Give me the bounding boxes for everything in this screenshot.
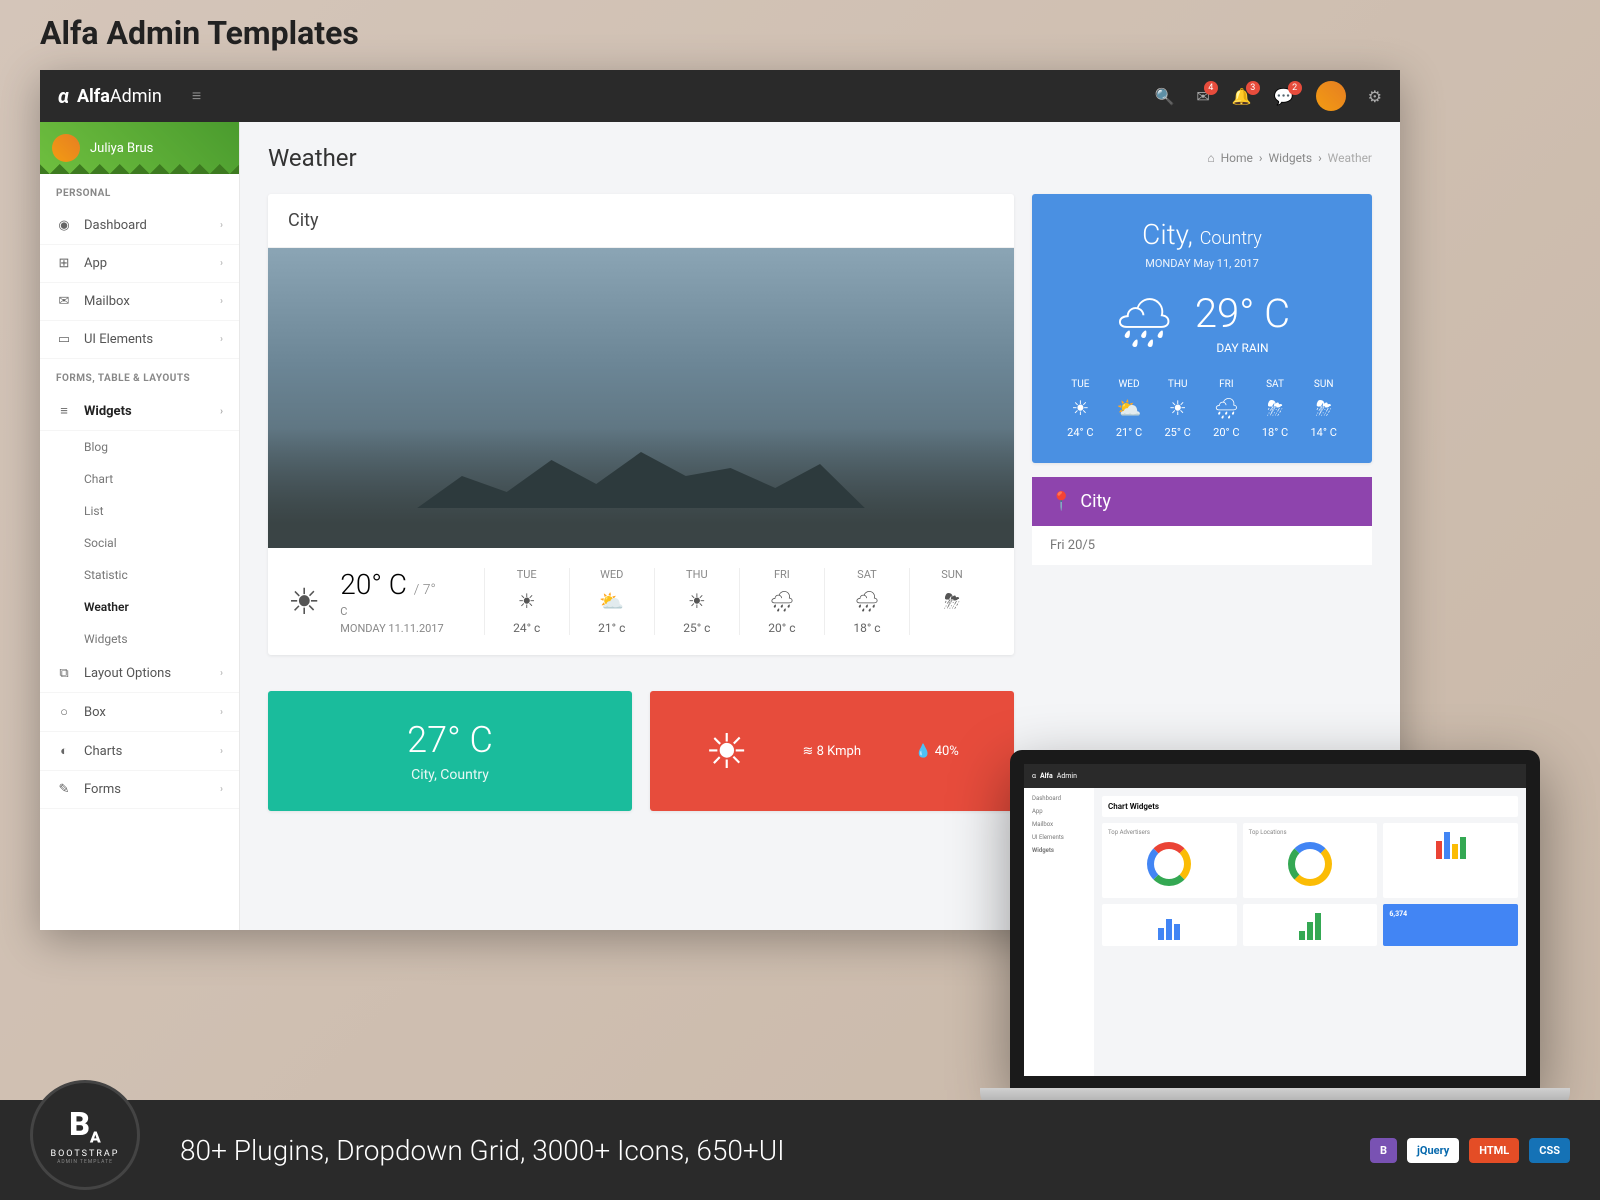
list-icon: ≡: [56, 403, 72, 419]
section-personal: PERSONAL: [40, 174, 239, 207]
sub-item-chart[interactable]: Chart: [40, 463, 239, 495]
user-banner[interactable]: Juliya Brus: [40, 122, 239, 174]
chat-badge: 2: [1288, 81, 1302, 95]
sub-item-social[interactable]: Social: [40, 527, 239, 559]
forecast-day: WED⛅21° C: [1105, 379, 1154, 439]
search-icon[interactable]: 🔍: [1154, 87, 1174, 106]
city-photo: [268, 248, 1014, 548]
sidebar-item-forms[interactable]: ✎Forms›: [40, 771, 239, 809]
pin-icon: 📍: [1050, 491, 1072, 512]
city-date: MONDAY 11.11.2017: [340, 622, 443, 635]
breadcrumb: ⌂ Home › Widgets › Weather: [1207, 151, 1372, 165]
page-title: Weather: [268, 144, 357, 172]
mail-icon[interactable]: ✉4: [1196, 87, 1209, 106]
sub-item-weather[interactable]: Weather: [40, 591, 239, 623]
home-icon: ⌂: [1207, 151, 1214, 165]
forecast-day: TUE☀24° C: [1056, 379, 1105, 439]
sidebar-item-app[interactable]: ⊞App›: [40, 245, 239, 283]
footer: BA BOOTSTRAP ADMIN TEMPLATE 80+ Plugins,…: [0, 1100, 1600, 1200]
sidebar-item-dashboard[interactable]: ◉Dashboard›: [40, 207, 239, 245]
sub-item-blog[interactable]: Blog: [40, 431, 239, 463]
forecast-day: TUE☀24° c: [484, 568, 569, 635]
forecast-day: SUN⛈14° C: [1299, 379, 1348, 439]
topbar: α AlfaAdmin ≡ 🔍 ✉4 🔔3 💬2 ⚙: [40, 70, 1400, 122]
laptop-mockup: α AlfaAdmin DashboardAppMailboxUI Elemen…: [1010, 750, 1540, 1090]
sidebar-item-widgets[interactable]: ≡ Widgets›: [40, 392, 239, 431]
css-badge: CSS: [1529, 1138, 1570, 1163]
bell-badge: 3: [1246, 81, 1260, 95]
sidebar-item-mailbox[interactable]: ✉Mailbox›: [40, 283, 239, 321]
humid-stat: 💧 40%: [915, 744, 959, 759]
section-forms: FORMS, TABLE & LAYOUTS: [40, 359, 239, 392]
crumb-current: Weather: [1328, 151, 1372, 165]
forecast-day: FRI🌧20° c: [739, 568, 824, 635]
sidebar-item-charts[interactable]: ◐Charts›: [40, 732, 239, 771]
avatar[interactable]: [1316, 81, 1346, 111]
user-avatar: [52, 134, 80, 162]
sun-icon: ☀: [288, 581, 320, 623]
crumb-home[interactable]: Home: [1221, 151, 1253, 165]
sun-icon: ☀: [705, 723, 748, 780]
sidebar-item-ui-elements[interactable]: ▭UI Elements›: [40, 321, 239, 359]
forecast-day: THU☀25° C: [1153, 379, 1202, 439]
red-card: ☀ ≋ 8 Kmph 💧 40%: [650, 691, 1014, 811]
mail-badge: 4: [1204, 81, 1218, 95]
teal-temp: 27° C: [296, 719, 604, 761]
city-card-title: City: [268, 194, 1014, 248]
gear-icon[interactable]: ⚙: [1368, 87, 1382, 106]
purple-card: 📍 City: [1032, 477, 1372, 526]
sub-item-list[interactable]: List: [40, 495, 239, 527]
teal-card: 27° C City, Country: [268, 691, 632, 811]
sidebar-item-box[interactable]: ○Box›: [40, 693, 239, 732]
forecast-day: SAT🌧18° c: [824, 568, 909, 635]
blue-temp: 29° C: [1195, 290, 1290, 337]
purple-sub: Fri 20/5: [1032, 526, 1372, 565]
jquery-badge: jQuery: [1407, 1138, 1459, 1163]
crumb-widgets[interactable]: Widgets: [1269, 151, 1313, 165]
forecast-day: FRI🌧20° C: [1202, 379, 1251, 439]
sidebar: Juliya Brus PERSONAL ◉Dashboard›⊞App›✉Ma…: [40, 122, 240, 930]
forecast-day: WED⛅21° c: [569, 568, 654, 635]
logo-icon: α: [58, 84, 69, 108]
bootstrap-badge: B: [1370, 1138, 1397, 1163]
blue-date: MONDAY May 11, 2017: [1056, 257, 1348, 270]
city-temp: 20° C / 7°: [340, 568, 443, 601]
promo-title: Alfa Admin Templates: [40, 14, 359, 52]
chat-icon[interactable]: 💬2: [1274, 87, 1294, 106]
city-unit: C: [340, 605, 443, 618]
city-card: City ☀ 20° C / 7° C MONDAY 11.11.2017 TU…: [268, 194, 1014, 655]
sub-item-statistic[interactable]: Statistic: [40, 559, 239, 591]
blue-weather-card: City, Country MONDAY May 11, 2017 🌧 29° …: [1032, 194, 1372, 463]
sidebar-item-layout-options[interactable]: ⧉Layout Options›: [40, 655, 239, 693]
bootstrap-logo: BA BOOTSTRAP ADMIN TEMPLATE: [30, 1080, 140, 1190]
user-name: Juliya Brus: [90, 141, 153, 156]
forecast-day: SAT⛈18° C: [1251, 379, 1300, 439]
blue-cond: DAY RAIN: [1195, 341, 1290, 355]
bell-icon[interactable]: 🔔3: [1232, 87, 1252, 106]
html-badge: HTML: [1469, 1138, 1519, 1163]
logo[interactable]: α AlfaAdmin: [58, 84, 162, 108]
forecast-day: THU☀25° c: [654, 568, 739, 635]
footer-tagline: 80+ Plugins, Dropdown Grid, 3000+ Icons,…: [180, 1134, 785, 1167]
hamburger-icon[interactable]: ≡: [192, 86, 201, 106]
wind-stat: ≋ 8 Kmph: [802, 744, 861, 759]
rain-icon: 🌧: [1114, 294, 1175, 351]
sub-item-widgets[interactable]: Widgets: [40, 623, 239, 655]
forecast-day: SUN⛈: [909, 568, 994, 635]
teal-loc: City, Country: [296, 767, 604, 783]
logo-text: AlfaAdmin: [77, 86, 162, 107]
